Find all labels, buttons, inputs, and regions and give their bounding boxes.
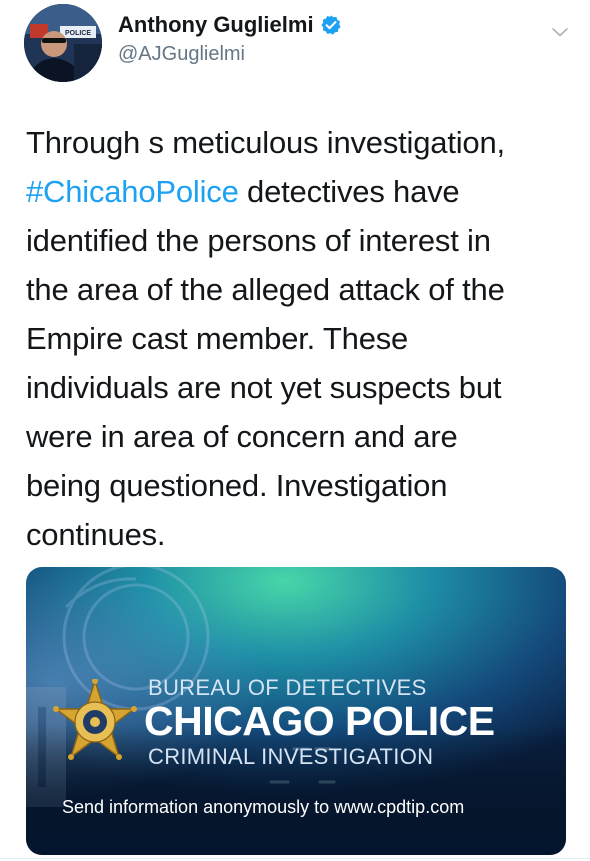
display-name[interactable]: Anthony Guglielmi bbox=[118, 12, 342, 38]
avatar-image: POLICE bbox=[24, 4, 102, 82]
police-star-badge-icon bbox=[53, 679, 137, 760]
tweet-text: Through s meticulous investigation, #Chic… bbox=[26, 118, 566, 559]
criminal-investigation-text: CRIMINAL INVESTIGATION bbox=[148, 744, 434, 769]
tweet-text-segment: detectives have bbox=[238, 174, 460, 209]
chevron-down-icon[interactable] bbox=[548, 20, 572, 44]
avatar-badge-text: POLICE bbox=[65, 30, 91, 37]
tweet-text-segment: were in area of concern and are bbox=[26, 419, 458, 454]
tweet-text-segment: Empire cast member. These bbox=[26, 321, 409, 356]
media-card[interactable]: BUREAU OF DETECTIVES CHICAGO POLICE CRIM… bbox=[26, 567, 566, 855]
tweet: POLICE Anthony Guglielmi @AJGuglielmi Th… bbox=[0, 0, 590, 861]
tweet-text-segment: the area of the alleged attack of the bbox=[26, 272, 505, 307]
tweet-text-line: were in area of concern and are bbox=[26, 412, 566, 461]
send-info-text: Send information anonymously to www.cpdt… bbox=[62, 797, 465, 817]
tweet-text-line: #ChicahoPolice detectives have bbox=[26, 167, 566, 216]
tweet-text-line: identified the persons of interest in bbox=[26, 216, 566, 265]
display-name-text[interactable]: Anthony Guglielmi bbox=[118, 12, 314, 38]
divider bbox=[0, 858, 590, 859]
avatar[interactable]: POLICE bbox=[24, 4, 102, 82]
tweet-text-line: Empire cast member. These bbox=[26, 314, 566, 363]
tweet-text-segment: individuals are not yet suspects but bbox=[26, 370, 502, 405]
tweet-text-segment: Through s meticulous investigation, bbox=[26, 125, 505, 160]
tweet-text-line: the area of the alleged attack of the bbox=[26, 265, 566, 314]
tweet-text-segment: identified the persons of interest in bbox=[26, 223, 491, 258]
user-handle[interactable]: @AJGuglielmi bbox=[118, 43, 245, 66]
verified-badge-icon bbox=[320, 15, 341, 35]
tweet-text-segment: continues. bbox=[26, 517, 166, 552]
chicago-police-text: CHICAGO POLICE bbox=[144, 698, 495, 744]
tweet-text-line: continues. bbox=[26, 510, 566, 559]
tweet-text-line: being questioned. Investigation bbox=[26, 461, 566, 510]
tweet-text-line: individuals are not yet suspects but bbox=[26, 363, 566, 412]
tweet-text-segment: being questioned. Investigation bbox=[26, 468, 448, 503]
hashtag-link[interactable]: #ChicahoPolice bbox=[26, 174, 239, 209]
tweet-text-line: Through s meticulous investigation, bbox=[26, 118, 566, 167]
